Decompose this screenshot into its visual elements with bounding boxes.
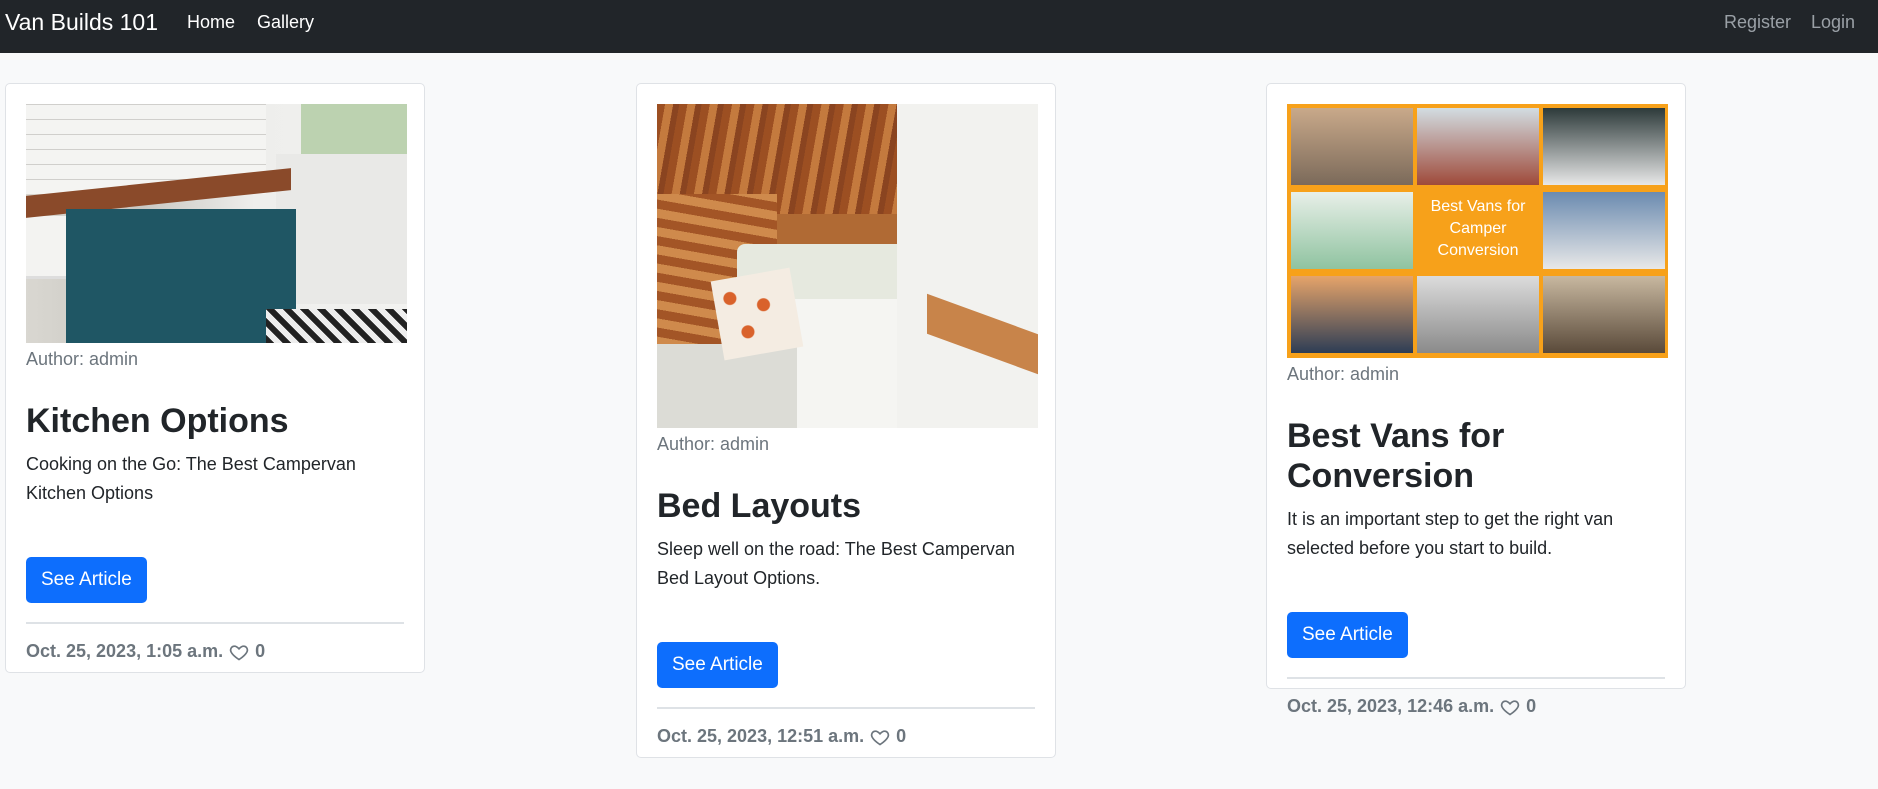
article-title: Bed Layouts [657,487,862,525]
nav-register[interactable]: Register [1724,12,1791,33]
article-card-bed: Author: admin Bed Layouts Sleep well on … [636,83,1056,758]
card-footer: Oct. 25, 2023, 1:05 a.m. 0 [26,641,404,662]
author-label: Author: admin [26,349,139,369]
collage-caption: Best Vans for Camper Conversion [1417,192,1539,269]
article-title: Kitchen Options [26,402,289,440]
like-count: 0 [255,641,266,661]
article-card-kitchen: Author: admin Kitchen Options Cooking on… [5,83,425,673]
article-description: Sleep well on the road: The Best Camperv… [657,539,1015,588]
heart-icon[interactable] [1500,697,1520,717]
heart-icon[interactable] [229,642,249,662]
author-label: Author: admin [1287,364,1400,384]
article-title: Best Vans for Conversion [1287,417,1505,495]
article-card-vans: Best Vans for Camper Conversion Author: … [1266,83,1686,716]
article-image[interactable] [26,104,407,343]
article-image[interactable] [657,104,1038,428]
divider [1287,677,1665,679]
divider [26,622,404,624]
brand-link[interactable]: Van Builds 101 [5,9,158,36]
nav-login[interactable]: Login [1811,12,1855,33]
like-count: 0 [1526,696,1537,716]
post-date: Oct. 25, 2023, 12:51 a.m. [657,726,865,746]
card-footer: Oct. 25, 2023, 12:46 a.m. 0 [1287,696,1665,717]
navbar: Van Builds 101 Home Gallery Register Log… [0,0,1878,53]
see-article-button[interactable]: See Article [657,642,778,688]
article-image[interactable]: Best Vans for Camper Conversion [1287,104,1668,358]
see-article-button[interactable]: See Article [26,557,147,603]
see-article-button[interactable]: See Article [1287,612,1408,658]
heart-icon[interactable] [870,727,890,747]
article-description: Cooking on the Go: The Best Campervan Ki… [26,454,356,503]
post-date: Oct. 25, 2023, 1:05 a.m. [26,641,224,661]
post-date: Oct. 25, 2023, 12:46 a.m. [1287,696,1495,716]
card-footer: Oct. 25, 2023, 12:51 a.m. 0 [657,726,1035,747]
like-count: 0 [896,726,907,746]
article-description: It is an important step to get the right… [1287,509,1614,558]
divider [657,707,1035,709]
nav-home[interactable]: Home [187,12,235,33]
nav-gallery[interactable]: Gallery [257,12,314,33]
author-label: Author: admin [657,434,770,454]
